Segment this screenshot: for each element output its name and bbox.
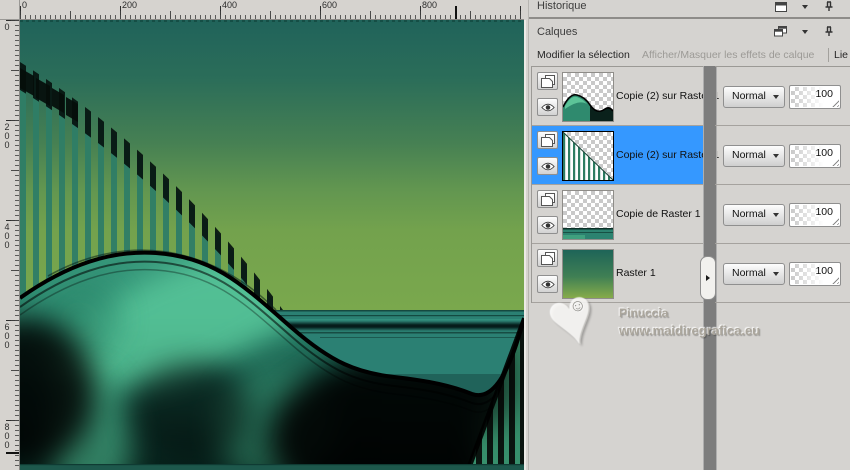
opacity-value: 100: [815, 265, 833, 277]
raster-layer-type-icon: [537, 249, 558, 267]
layer-control-row: Normal 100: [715, 126, 850, 185]
layers-window-mode-icon[interactable]: [774, 26, 787, 37]
side-panel: Historique Calques Modifier la sélection…: [528, 0, 850, 470]
layers-list: Copie (2) sur Raster 1 Copie (2) sur Ras: [531, 66, 719, 303]
history-window-mode-icon[interactable]: [774, 1, 787, 12]
layer-row[interactable]: Raster 1: [532, 244, 704, 303]
modify-selection-button[interactable]: Modifier la sélection: [537, 44, 630, 66]
blend-mode-value: Normal: [732, 208, 766, 220]
layer-name: Raster 1: [616, 267, 656, 279]
cursor-position-marker: [455, 6, 457, 19]
ruler-label: 0: [2, 22, 12, 31]
layers-panel-title: Calques: [537, 26, 578, 38]
ruler-label: 200: [122, 0, 138, 10]
app-window: 0 200 400 600 800 0 200 400 600 800 Hist…: [0, 0, 850, 470]
chevron-down-icon: [773, 213, 779, 217]
ruler-label: 800: [422, 0, 438, 10]
history-panel-title: Historique: [537, 0, 587, 12]
raster-layer-type-icon: [537, 190, 558, 208]
layer-row[interactable]: Copie (2) sur Raster 1: [532, 67, 719, 126]
layer-thumbnail[interactable]: [562, 190, 614, 240]
layer-name: Copie de Raster 1: [616, 208, 701, 220]
chevron-down-icon: [773, 154, 779, 158]
layers-menu-chevron-down-icon[interactable]: [798, 26, 811, 37]
ruler-label: 400: [2, 222, 12, 249]
left-ruler[interactable]: 0 200 400 600 800: [0, 20, 20, 470]
opacity-field[interactable]: 100: [789, 262, 841, 286]
layer-control-row: Normal 100: [715, 185, 850, 244]
opacity-value: 100: [815, 206, 833, 218]
ruler-label: 200: [2, 122, 12, 149]
history-pin-icon[interactable]: [822, 1, 835, 12]
layer-thumbnail[interactable]: [562, 72, 614, 122]
show-hide-layer-effects-button[interactable]: Afficher/Masquer les effets de calque: [642, 44, 814, 66]
canvas-artwork[interactable]: [20, 20, 526, 470]
cursor-position-marker: [6, 452, 19, 454]
raster-layer-type-icon: [537, 72, 558, 90]
opacity-field[interactable]: 100: [789, 144, 841, 168]
layer-thumbnail[interactable]: [562, 131, 614, 181]
layer-visibility-eye-icon[interactable]: [537, 98, 558, 116]
blend-mode-dropdown[interactable]: Normal: [723, 263, 785, 285]
layer-thumbnail[interactable]: [562, 249, 614, 299]
ruler-label: 600: [2, 322, 12, 349]
blend-mode-dropdown[interactable]: Normal: [723, 204, 785, 226]
collapse-arrow-icon: [706, 275, 710, 281]
ruler-label: 0: [22, 0, 28, 10]
watermark-name: Pinuccia: [619, 306, 669, 320]
layer-visibility-eye-icon[interactable]: [537, 157, 558, 175]
chevron-down-icon: [773, 95, 779, 99]
opacity-field[interactable]: 100: [789, 203, 841, 227]
blend-mode-value: Normal: [732, 267, 766, 279]
history-menu-chevron-down-icon[interactable]: [798, 1, 811, 12]
layer-visibility-eye-icon[interactable]: [537, 216, 558, 234]
layer-control-row: Normal 100: [715, 67, 850, 126]
ruler-label: 800: [2, 422, 12, 449]
blend-mode-value: Normal: [732, 149, 766, 161]
blend-mode-dropdown[interactable]: Normal: [723, 145, 785, 167]
layers-toolbar: Modifier la sélection Afficher/Masquer l…: [529, 44, 850, 66]
opacity-value: 100: [815, 88, 833, 100]
artwork-image: [20, 20, 524, 470]
splitter-collapse-handle[interactable]: [700, 256, 716, 300]
chevron-down-icon: [773, 272, 779, 276]
layer-visibility-eye-icon[interactable]: [537, 275, 558, 293]
layer-controls-column: Normal 100 Normal 100 Normal 100 Normal …: [715, 66, 850, 303]
layers-pin-icon[interactable]: [822, 26, 835, 37]
layer-control-row: Normal 100: [715, 244, 850, 303]
raster-layer-type-icon: [537, 131, 558, 149]
ruler-corner: [0, 0, 20, 20]
layer-row[interactable]: Copie de Raster 1: [532, 185, 704, 244]
link-button[interactable]: Lie: [834, 44, 848, 66]
blend-mode-value: Normal: [732, 90, 766, 102]
toolbar-separator: [828, 48, 829, 62]
ruler-label: 600: [322, 0, 338, 10]
opacity-value: 100: [815, 147, 833, 159]
blend-mode-dropdown[interactable]: Normal: [723, 86, 785, 108]
opacity-field[interactable]: 100: [789, 85, 841, 109]
watermark-url: www.maidiregrafica.eu: [619, 323, 761, 338]
top-ruler[interactable]: 0 200 400 600 800: [20, 0, 524, 20]
history-panel-header: Historique: [529, 0, 850, 15]
layers-panel-header: Calques: [529, 17, 850, 45]
ruler-label: 400: [222, 0, 238, 10]
layer-row-selected[interactable]: Copie (2) sur Raster 1: [532, 126, 719, 185]
